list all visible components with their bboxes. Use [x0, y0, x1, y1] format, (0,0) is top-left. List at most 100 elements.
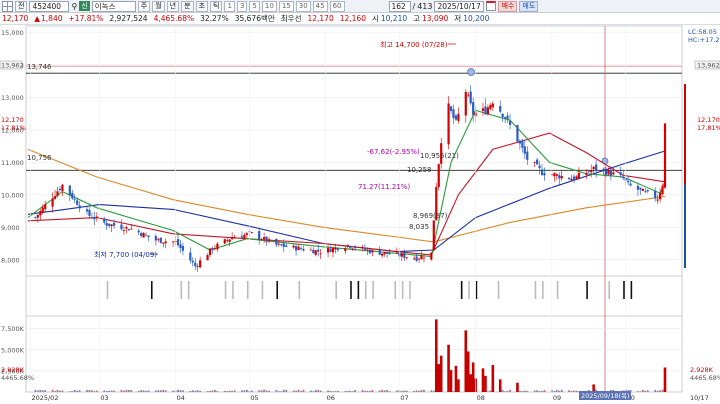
candle-body[interactable]	[385, 251, 389, 254]
candle-body[interactable]	[413, 258, 416, 260]
candle-body[interactable]	[76, 200, 79, 205]
candle-body[interactable]	[108, 223, 111, 226]
candle-body[interactable]	[354, 247, 357, 249]
candle-body[interactable]	[560, 175, 563, 179]
candle-body[interactable]	[361, 246, 364, 248]
candle-body[interactable]	[280, 244, 283, 246]
minute-15[interactable]: 15	[278, 0, 294, 12]
volume-bar[interactable]	[663, 367, 667, 392]
volume-bar[interactable]	[481, 368, 485, 392]
candle-body[interactable]	[125, 227, 128, 229]
candle-body[interactable]	[636, 185, 640, 190]
candle-body[interactable]	[536, 159, 539, 165]
candle-body[interactable]	[388, 253, 391, 255]
candle-body[interactable]	[590, 170, 593, 173]
candle-body[interactable]	[226, 239, 229, 241]
candle-body[interactable]	[216, 243, 219, 250]
minute-30[interactable]: 30	[295, 0, 311, 12]
candle-body[interactable]	[540, 169, 544, 175]
candle-body[interactable]	[489, 105, 492, 109]
candle-body[interactable]	[73, 198, 76, 200]
candle-body[interactable]	[506, 115, 509, 119]
candle-body[interactable]	[292, 245, 295, 248]
candle-body[interactable]	[663, 123, 667, 188]
tab-tick[interactable]: 틱	[210, 0, 223, 12]
candle-body[interactable]	[172, 241, 175, 243]
candle-body[interactable]	[51, 198, 54, 207]
volume-bar[interactable]	[592, 384, 595, 392]
candle-body[interactable]	[469, 91, 472, 104]
candle-body[interactable]	[154, 235, 157, 241]
candle-body[interactable]	[368, 249, 371, 254]
candle-body[interactable]	[44, 204, 47, 210]
candle-body[interactable]	[508, 120, 512, 125]
candle-body[interactable]	[381, 253, 384, 256]
candle-body[interactable]	[88, 209, 91, 216]
price-chart[interactable]: 15,00014,00013,00012,00011,00010,0009,00…	[0, 25, 720, 404]
candle-body[interactable]	[405, 257, 408, 259]
buy-button[interactable]: 매수	[498, 0, 518, 12]
candle-body[interactable]	[622, 176, 625, 179]
candle-body[interactable]	[199, 260, 202, 268]
candle-body[interactable]	[646, 190, 649, 192]
candle-body[interactable]	[644, 191, 647, 193]
candle-body[interactable]	[484, 106, 487, 115]
minute-10[interactable]: 10	[261, 0, 277, 12]
candle-body[interactable]	[538, 165, 541, 168]
market-select[interactable]: 전	[15, 0, 28, 12]
candle-body[interactable]	[53, 196, 57, 199]
volume-bar[interactable]	[447, 344, 450, 392]
candle-body[interactable]	[36, 214, 39, 218]
candle-body[interactable]	[34, 217, 37, 219]
candle-body[interactable]	[243, 234, 246, 239]
volume-bar[interactable]	[439, 355, 443, 392]
candle-body[interactable]	[572, 176, 576, 181]
candle-body[interactable]	[164, 241, 167, 244]
candle-body[interactable]	[609, 170, 612, 176]
date-input[interactable]: 2025/10/17	[434, 0, 485, 12]
candle-body[interactable]	[233, 237, 236, 239]
calendar-icon[interactable]	[486, 1, 497, 11]
candle-body[interactable]	[587, 170, 590, 172]
candle-body[interactable]	[71, 192, 74, 199]
candle-body[interactable]	[56, 191, 59, 196]
marker-high[interactable]	[467, 68, 475, 76]
candle-body[interactable]	[486, 107, 490, 115]
candle-body[interactable]	[558, 175, 561, 179]
search-icon[interactable]: ⚲	[71, 2, 77, 11]
candle-body[interactable]	[127, 229, 130, 231]
candle-body[interactable]	[449, 106, 453, 111]
candle-body[interactable]	[250, 232, 253, 233]
candle-body[interactable]	[285, 245, 288, 247]
candle-body[interactable]	[472, 102, 475, 115]
candle-body[interactable]	[417, 258, 421, 260]
candle-body[interactable]	[122, 230, 126, 232]
candle-body[interactable]	[403, 252, 406, 258]
candle-body[interactable]	[457, 113, 460, 121]
candle-body[interactable]	[395, 252, 399, 254]
candle-body[interactable]	[258, 231, 261, 240]
candle-body[interactable]	[567, 177, 571, 180]
tab-month[interactable]: 월	[152, 0, 165, 12]
candle-body[interactable]	[317, 249, 320, 252]
candle-body[interactable]	[223, 239, 226, 244]
candle-body[interactable]	[245, 233, 248, 235]
candle-body[interactable]	[319, 253, 322, 255]
volume-bar[interactable]	[491, 364, 495, 392]
stock-code-input[interactable]: 452400	[29, 0, 70, 12]
volume-bar[interactable]	[449, 370, 453, 392]
candle-body[interactable]	[422, 257, 426, 259]
tab-minute[interactable]: 분	[181, 0, 194, 12]
volume-bar[interactable]	[484, 375, 487, 392]
candle-body[interactable]	[277, 243, 280, 245]
candle-body[interactable]	[577, 172, 581, 179]
candle-body[interactable]	[523, 146, 526, 154]
candle-body[interactable]	[208, 248, 212, 256]
volume-bar[interactable]	[498, 379, 502, 392]
candle-body[interactable]	[228, 239, 231, 242]
candle-body[interactable]	[181, 246, 185, 251]
candle-body[interactable]	[61, 184, 64, 191]
candle-body[interactable]	[231, 237, 234, 240]
volume-bar[interactable]	[464, 330, 468, 392]
candle-body[interactable]	[627, 180, 630, 183]
